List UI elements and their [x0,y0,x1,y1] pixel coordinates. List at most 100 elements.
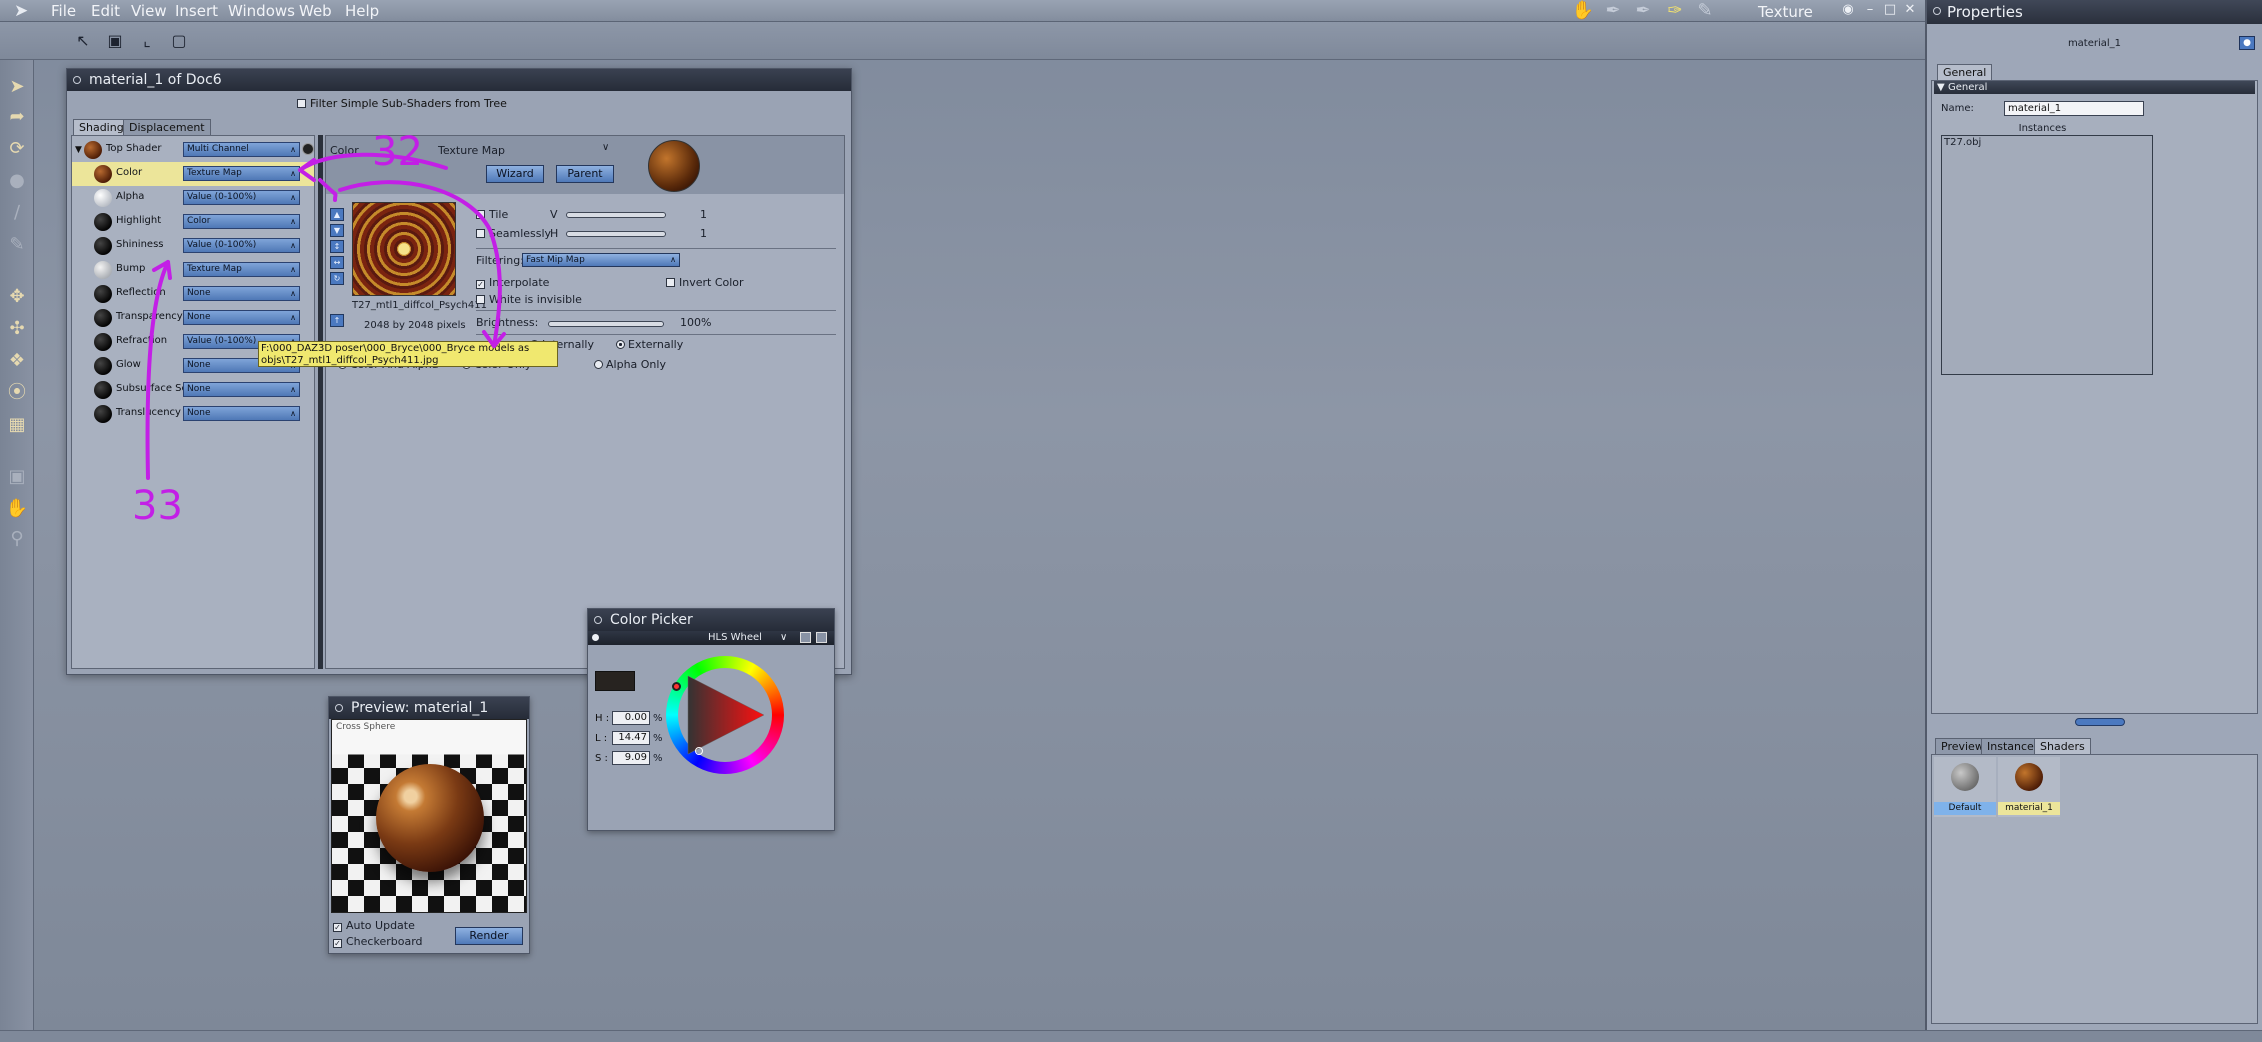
brush-icon[interactable]: ✑ [1662,1,1688,21]
tree-row-highlight[interactable]: Highlight Color [72,210,314,234]
invert-color-checkbox-row[interactable]: Invert Color [666,276,744,289]
color-swatch[interactable] [595,671,635,691]
arrow-up-icon[interactable]: ↑ [330,314,344,327]
maximize-icon[interactable]: □ [1882,2,1898,18]
bryce-logo-icon[interactable]: ➤ [14,1,40,21]
l-input[interactable]: 14.47 [612,731,650,745]
filter-checkbox-row[interactable]: Filter Simple Sub-Shaders from Tree [297,97,507,110]
v-slider[interactable] [566,212,666,218]
tile-checkbox[interactable] [476,210,485,219]
orbit-icon[interactable]: ⟳ [4,136,30,162]
wizard-button[interactable]: Wizard [486,165,544,183]
panel-close-icon[interactable] [1933,7,1941,15]
scale-icon[interactable]: ❖ [4,348,30,374]
texture-thumbnail[interactable] [352,202,456,296]
render-button[interactable]: Render [455,927,523,945]
eye-icon[interactable]: ◉ [1840,2,1856,18]
pen-icon[interactable]: ✒ [1630,1,1656,21]
shader-thumb-default[interactable]: Default [1934,757,1996,817]
filter-checkbox[interactable] [297,99,306,108]
tree-row-bump[interactable]: Bump Texture Map [72,258,314,282]
corner-box-icon[interactable]: ⌞ [136,30,158,52]
shader-type-dropdown[interactable]: Texture Map [183,262,300,277]
close-icon[interactable]: ✕ [1902,2,1918,18]
pen-icon[interactable]: ✒ [1600,1,1626,21]
save-file-icon[interactable]: ▼ [330,224,344,237]
window-title[interactable]: Color Picker [588,609,834,631]
hue-marker[interactable] [672,682,681,691]
open-file-icon[interactable]: ▲ [330,208,344,221]
hls-color-wheel[interactable] [666,656,784,774]
tree-row-subsurface[interactable]: Subsurface Sc None [72,378,314,402]
hand-icon[interactable]: ✋ [4,496,30,522]
shader-type-dropdown[interactable]: Value (0-100%) [183,238,300,253]
tree-row-color[interactable]: Color Texture Map [72,162,314,186]
menu-file[interactable]: File [47,3,80,19]
menu-view[interactable]: View [127,3,171,19]
externally-radio[interactable] [616,340,625,349]
h-input[interactable]: 0.00 [612,711,650,725]
tab-general[interactable]: General [1937,64,1993,80]
tree-row-reflection[interactable]: Reflection None [72,282,314,306]
shader-icon[interactable]: ▦ [4,412,30,438]
chevron-down-icon[interactable]: ∨ [602,142,609,153]
shader-type-dropdown[interactable]: Value (0-100%) [183,190,300,205]
shader-type-dropdown[interactable]: Multi Channel [183,142,300,157]
interpolate-checkbox-row[interactable]: ✓ Interpolate [476,276,549,289]
alpha-only-radio-row[interactable]: Alpha Only [594,358,666,371]
seamlessly-checkbox-row[interactable]: Seamlessly [476,227,551,240]
scale-box-icon[interactable]: ▣ [104,30,126,52]
shader-type-dropdown[interactable]: None [183,310,300,325]
lightness-marker[interactable] [695,747,703,755]
hand-icon[interactable]: ✋ [1570,1,1596,21]
select-arrow-icon[interactable]: ➤ [4,74,30,100]
checkerboard-checkbox-row[interactable]: ✓ Checkerboard [333,935,423,948]
rotate-icon[interactable]: ↻ [330,272,344,285]
window-title[interactable]: Preview: material_1 [329,697,529,719]
externally-radio-row[interactable]: Externally [616,338,683,351]
tree-row-translucency[interactable]: Translucency None [72,402,314,426]
sphere-icon[interactable]: ● [4,168,30,194]
brightness-slider[interactable] [548,321,664,327]
tree-row-top-shader[interactable]: ▼ Top Shader Multi Channel [72,138,314,162]
pen-icon[interactable]: ✎ [4,232,30,258]
pane-splitter[interactable] [318,135,323,669]
target-icon[interactable]: ⦿ [4,380,30,406]
shader-type-dropdown[interactable]: None [183,382,300,397]
shader-options-icon[interactable] [302,143,314,155]
eraser-icon[interactable]: ✎ [1692,1,1718,21]
zoom-icon[interactable]: ⚲ [4,526,30,552]
collapse-triangle-icon[interactable]: ▼ [1937,81,1945,94]
rotate-view-icon[interactable]: ➦ [4,104,30,130]
instances-list[interactable]: T27.obj [1941,135,2153,375]
white-invisible-checkbox[interactable] [476,295,485,304]
panel-splitter[interactable] [2075,718,2125,726]
filtering-dropdown[interactable]: Fast Mip Map [522,253,680,267]
menu-edit[interactable]: Edit [87,3,124,19]
parent-button[interactable]: Parent [556,165,614,183]
list-item[interactable]: T27.obj [1944,137,1981,148]
auto-update-checkbox-row[interactable]: ✓ Auto Update [333,919,415,932]
tab-shading[interactable]: Shading [73,119,130,135]
lightness-triangle[interactable] [678,668,772,762]
shader-type-dropdown[interactable]: Color [183,214,300,229]
color-mode-dropdown[interactable]: HLS Wheel [708,631,762,645]
section-header[interactable]: ▼ General [1934,81,2255,94]
menu-insert[interactable]: Insert [171,3,222,19]
tab-displacement[interactable]: Displacement [123,119,211,135]
arrow-select-icon[interactable]: ↖ [72,30,94,52]
alpha-only-radio[interactable] [594,360,603,369]
tree-row-transparency[interactable]: Transparency None [72,306,314,330]
menu-windows[interactable]: Windows [224,3,299,19]
menu-help[interactable]: Help [341,3,383,19]
tree-row-shininess[interactable]: Shininess Value (0-100%) [72,234,314,258]
preview-canvas[interactable]: Cross Sphere [331,719,527,913]
checkerboard-checkbox[interactable]: ✓ [333,939,342,948]
tile-checkbox-row[interactable]: Tile [476,208,508,221]
move-all-icon[interactable]: ✣ [4,316,30,342]
pin-icon[interactable]: ● [2239,36,2255,50]
h-slider[interactable] [566,231,666,237]
invert-color-checkbox[interactable] [666,278,675,287]
flip-horizontal-icon[interactable]: ↔ [330,256,344,269]
flip-vertical-icon[interactable]: ↕ [330,240,344,253]
